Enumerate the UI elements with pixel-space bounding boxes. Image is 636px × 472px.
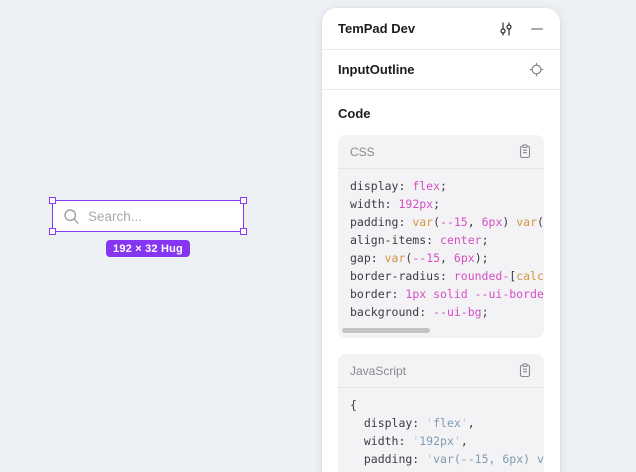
locate-target-icon[interactable] bbox=[529, 62, 544, 77]
javascript-label: JavaScript bbox=[350, 364, 406, 378]
panel-header: TemPad Dev bbox=[322, 8, 560, 50]
scrollbar-thumb[interactable] bbox=[342, 328, 430, 333]
node-name: InputOutline bbox=[338, 62, 529, 77]
javascript-code[interactable]: { display: 'flex', width: '192px', paddi… bbox=[338, 388, 544, 472]
panel-title: TemPad Dev bbox=[338, 21, 498, 36]
css-code-header: CSS bbox=[338, 135, 544, 169]
tempad-dev-panel: TemPad Dev InputOutline bbox=[322, 8, 560, 472]
code-section: Code CSS display: flex;width: 192px;padd… bbox=[322, 90, 560, 472]
size-badge: 192 × 32 Hug bbox=[106, 240, 190, 257]
preferences-sliders-icon[interactable] bbox=[498, 21, 514, 37]
code-section-title: Code bbox=[338, 106, 544, 121]
minimize-icon[interactable] bbox=[530, 22, 544, 36]
search-placeholder: Search... bbox=[88, 209, 142, 224]
figma-canvas: Search... 192 × 32 Hug TemPad Dev bbox=[0, 0, 636, 472]
search-input[interactable]: Search... bbox=[52, 200, 244, 232]
copy-clipboard-icon[interactable] bbox=[518, 144, 532, 159]
css-code[interactable]: display: flex;width: 192px;padding: var(… bbox=[338, 169, 544, 327]
css-label: CSS bbox=[350, 145, 375, 159]
selected-node-row: InputOutline bbox=[322, 50, 560, 90]
css-code-block: CSS display: flex;width: 192px;padding: … bbox=[338, 135, 544, 338]
javascript-code-header: JavaScript bbox=[338, 354, 544, 388]
copy-clipboard-icon[interactable] bbox=[518, 363, 532, 378]
horizontal-scrollbar[interactable] bbox=[342, 328, 540, 333]
javascript-code-block: JavaScript { display: 'flex', width: '19… bbox=[338, 354, 544, 472]
search-icon bbox=[63, 208, 80, 225]
